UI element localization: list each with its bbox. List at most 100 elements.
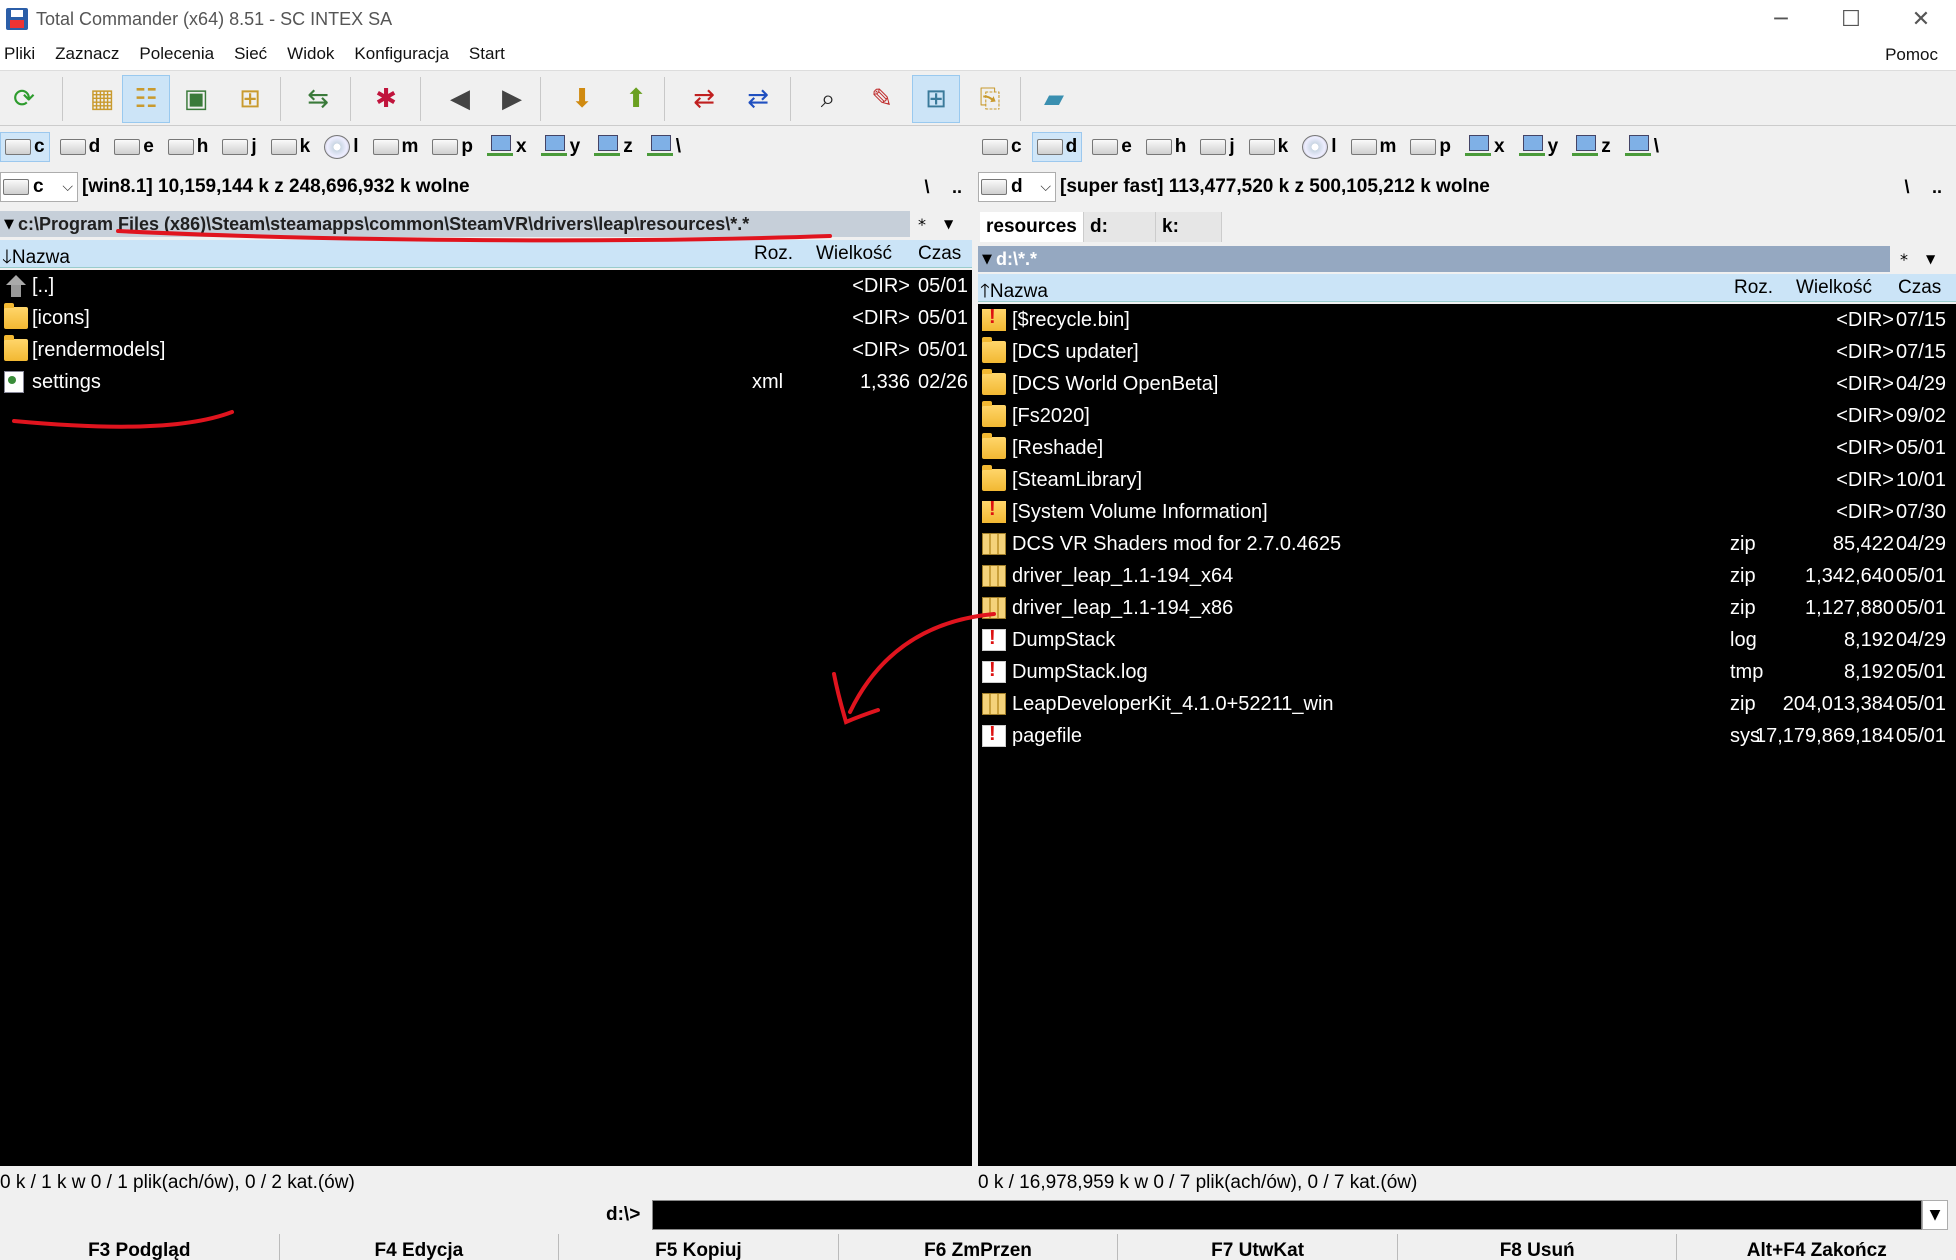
f5-copy-button[interactable]: F5 Kopiuj — [559, 1234, 839, 1260]
file-row[interactable]: [DCS World OpenBeta] <DIR> 04/29 — [978, 369, 1956, 402]
left-col-date[interactable]: Czas — [918, 243, 961, 265]
minimize-button[interactable]: ─ — [1746, 0, 1816, 38]
right-drive-button[interactable]: l — [1298, 132, 1340, 162]
menu-konfiguracja[interactable]: Konfiguracja — [350, 44, 457, 64]
right-file-list[interactable]: [$recycle.bin]<DIR>07/15[DCS updater]<DI… — [978, 304, 1956, 1166]
left-col-ext[interactable]: Roz. — [754, 243, 793, 265]
left-col-size[interactable]: Wielkość — [816, 243, 892, 265]
left-drive-button[interactable]: j — [218, 132, 260, 162]
left-drive-button[interactable]: \ — [643, 132, 685, 162]
right-drive-button[interactable]: e — [1088, 132, 1136, 162]
file-row[interactable]: [$recycle.bin] <DIR>07/15 — [978, 306, 1956, 338]
close-button[interactable]: ✕ — [1886, 0, 1956, 38]
tab-d[interactable]: d: — [1084, 212, 1156, 242]
file-row[interactable]: DumpStack log 8,19204/29 — [978, 626, 1956, 658]
left-path-bar[interactable]: ▼ c:\Program Files (x86)\Steam\steamapps… — [0, 211, 910, 237]
left-root-button[interactable]: \ — [916, 177, 938, 198]
right-drive-button[interactable]: p — [1406, 132, 1455, 162]
file-row[interactable]: [..] <DIR> 05/01 — [0, 272, 972, 304]
file-row[interactable]: driver_leap_1.1-194_x86 zip 1,127,880 05/01 — [978, 594, 1956, 626]
command-input[interactable] — [652, 1200, 1922, 1230]
right-filter[interactable]: * ▼ — [1900, 246, 1950, 272]
right-drive-button[interactable]: y — [1515, 132, 1563, 162]
right-drive-button[interactable]: \ — [1621, 132, 1663, 162]
url-icon[interactable]: ⇄ — [734, 75, 782, 123]
file-row[interactable]: pagefilesys17,179,869,18405/01 — [978, 722, 1956, 754]
file-row[interactable]: [Reshade] <DIR> 05/01 — [978, 433, 1956, 466]
tree-view-icon[interactable]: ⊞ — [226, 75, 274, 123]
file-row[interactable]: [rendermodels] <DIR> 05/01 — [0, 335, 972, 368]
left-drive-button[interactable]: k — [267, 132, 315, 162]
right-root-button[interactable]: \ — [1896, 177, 1918, 198]
left-drive-button[interactable]: d — [56, 132, 105, 162]
right-drive-button[interactable]: c — [978, 132, 1026, 162]
left-drive-combo[interactable]: c ⌵ — [0, 172, 78, 202]
right-col-ext[interactable]: Roz. — [1734, 277, 1773, 299]
left-up-button[interactable]: .. — [946, 177, 968, 198]
full-view-icon[interactable]: ☷ — [122, 75, 170, 123]
menu-siec[interactable]: Sieć — [230, 44, 275, 64]
left-drive-button[interactable]: c — [0, 132, 50, 162]
left-drive-button[interactable]: m — [369, 132, 423, 162]
left-drive-button[interactable]: p — [428, 132, 477, 162]
forward-icon[interactable]: ▶ — [488, 75, 536, 123]
maximize-button[interactable]: ☐ — [1816, 0, 1886, 38]
left-filter[interactable]: * ▼ — [918, 211, 972, 237]
search-icon[interactable]: ⌕ — [804, 75, 852, 123]
menu-zaznacz[interactable]: Zaznacz — [51, 44, 127, 64]
left-drive-button[interactable]: y — [537, 132, 585, 162]
file-row[interactable]: DCS VR Shaders mod for 2.7.0.4625 zip 85,4… — [978, 530, 1956, 562]
thumbnails-icon[interactable]: ▣ — [172, 75, 220, 123]
command-history-arrow-icon[interactable]: ▼ — [1922, 1200, 1948, 1230]
file-row[interactable]: settings xml 1,336 02/26 — [0, 368, 972, 400]
right-drive-button[interactable]: j — [1196, 132, 1238, 162]
right-col-size[interactable]: Wielkość — [1796, 277, 1872, 299]
brief-view-icon[interactable]: ▦ — [78, 75, 126, 123]
file-row[interactable]: driver_leap_1.1-194_x64 zip 1,342,640 05/01 — [978, 562, 1956, 594]
right-drive-combo[interactable]: d ⌵ — [978, 172, 1056, 202]
right-col-date[interactable]: Czas — [1898, 277, 1941, 299]
f4-edit-button[interactable]: F4 Edycja — [279, 1234, 560, 1260]
left-drive-button[interactable]: l — [320, 132, 362, 162]
file-row[interactable]: DumpStack.log tmp 8,19205/01 — [978, 658, 1956, 690]
file-row[interactable]: LeapDeveloperKit_4.1.0+52211_win zip 204,0… — [978, 690, 1956, 722]
altf4-exit-button[interactable]: Alt+F4 Zakończ — [1677, 1234, 1956, 1260]
left-drive-button[interactable]: e — [110, 132, 158, 162]
tab-resources[interactable]: resources — [980, 212, 1084, 242]
menu-start[interactable]: Start — [465, 44, 513, 64]
left-file-list[interactable]: [..] <DIR> 05/01 [icons] <DIR> 05/01 [rendermo… — [0, 270, 972, 1166]
sync-dirs-icon[interactable]: ⊞ — [912, 75, 960, 123]
f6-move-button[interactable]: F6 ZmPrzen — [838, 1234, 1119, 1260]
menu-pomoc[interactable]: Pomoc — [1885, 45, 1938, 65]
right-drive-button[interactable]: m — [1347, 132, 1401, 162]
right-drive-button[interactable]: d — [1031, 132, 1083, 162]
menu-pliki[interactable]: Pliki — [0, 44, 43, 64]
tab-k[interactable]: k: — [1156, 212, 1222, 242]
copy-names-icon[interactable]: ⎘ — [966, 75, 1014, 123]
back-icon[interactable]: ◀ — [436, 75, 484, 123]
select-icon[interactable]: ✱ — [362, 75, 410, 123]
menu-widok[interactable]: Widok — [283, 44, 342, 64]
f3-view-button[interactable]: F3 Podgląd — [0, 1234, 280, 1260]
left-drive-button[interactable]: x — [483, 132, 531, 162]
right-drive-button[interactable]: z — [1568, 132, 1615, 162]
compare-dirs-icon[interactable]: ⇆ — [294, 75, 342, 123]
pack-icon[interactable]: ⬇ — [558, 75, 606, 123]
notepad-icon[interactable]: ▰ — [1030, 75, 1078, 123]
right-up-button[interactable]: .. — [1926, 177, 1948, 198]
ftp-icon[interactable]: ⇄ — [680, 75, 728, 123]
right-drive-button[interactable]: h — [1142, 132, 1191, 162]
menu-polecenia[interactable]: Polecenia — [135, 44, 222, 64]
refresh-icon[interactable]: ⟳ — [0, 75, 48, 123]
left-drive-button[interactable]: h — [164, 132, 213, 162]
f7-mkdir-button[interactable]: F7 UtwKat — [1118, 1234, 1398, 1260]
left-drive-button[interactable]: z — [590, 132, 637, 162]
unpack-icon[interactable]: ⬆ — [612, 75, 660, 123]
file-row[interactable]: [icons] <DIR> 05/01 — [0, 303, 972, 336]
right-drive-button[interactable]: k — [1245, 132, 1293, 162]
f8-delete-button[interactable]: F8 Usuń — [1397, 1234, 1678, 1260]
multi-rename-icon[interactable]: ✎ — [858, 75, 906, 123]
right-drive-button[interactable]: x — [1461, 132, 1509, 162]
right-path-bar[interactable]: ▼ d:\*.* — [978, 246, 1890, 272]
file-row[interactable]: [SteamLibrary] <DIR> 10/01 — [978, 465, 1956, 498]
